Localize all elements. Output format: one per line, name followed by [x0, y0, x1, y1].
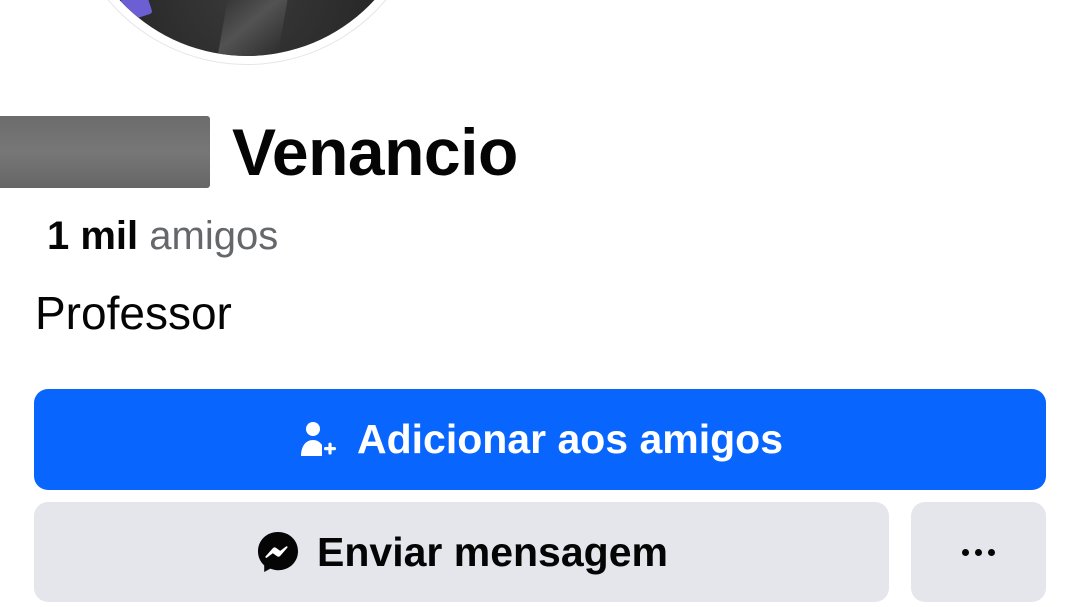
avatar-badge: [119, 0, 153, 22]
send-message-label: Enviar mensagem: [317, 528, 668, 575]
profile-name: Venancio: [232, 115, 518, 189]
add-friend-icon: [297, 418, 341, 462]
send-message-button[interactable]: Enviar mensagem: [34, 502, 889, 602]
profile-name-row: Venancio: [0, 112, 518, 192]
avatar-photo: [74, 0, 420, 56]
add-friend-label: Adicionar aos amigos: [356, 416, 784, 462]
more-options-button[interactable]: [911, 502, 1046, 602]
profile-bio: Professor: [35, 287, 232, 339]
friends-label: amigos: [149, 214, 279, 258]
add-friend-button[interactable]: Adicionar aos amigos: [34, 389, 1046, 490]
redacted-name-block: [0, 116, 210, 188]
profile-avatar[interactable]: [66, 0, 428, 64]
messenger-icon: [255, 529, 301, 575]
avatar-collar: [216, 0, 292, 56]
friends-count-link[interactable]: 1 mil amigos: [47, 212, 278, 260]
friends-count: 1 mil: [47, 214, 139, 258]
profile-page: Venancio 1 mil amigos Professor Adiciona…: [0, 0, 1080, 607]
more-horizontal-icon: [962, 548, 995, 556]
